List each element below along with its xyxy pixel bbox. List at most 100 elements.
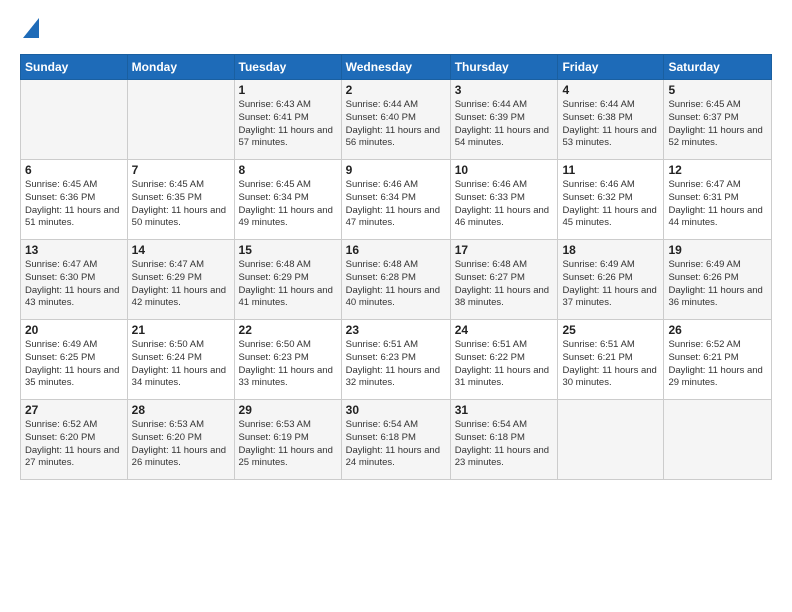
day-number: 2 (346, 83, 446, 97)
day-info: Sunrise: 6:46 AM Sunset: 6:34 PM Dayligh… (346, 179, 446, 230)
day-number: 13 (25, 243, 123, 257)
day-number: 24 (455, 323, 554, 337)
day-info: Sunrise: 6:44 AM Sunset: 6:40 PM Dayligh… (346, 99, 446, 150)
day-number: 17 (455, 243, 554, 257)
day-number: 9 (346, 163, 446, 177)
day-info: Sunrise: 6:43 AM Sunset: 6:41 PM Dayligh… (239, 99, 337, 150)
day-info: Sunrise: 6:49 AM Sunset: 6:26 PM Dayligh… (668, 259, 767, 310)
header (20, 18, 772, 44)
day-info: Sunrise: 6:49 AM Sunset: 6:25 PM Dayligh… (25, 339, 123, 390)
calendar-cell: 12 Sunrise: 6:47 AM Sunset: 6:31 PM Dayli… (664, 160, 772, 240)
day-info: Sunrise: 6:51 AM Sunset: 6:21 PM Dayligh… (562, 339, 659, 390)
day-info: Sunrise: 6:45 AM Sunset: 6:34 PM Dayligh… (239, 179, 337, 230)
day-number: 30 (346, 403, 446, 417)
day-number: 25 (562, 323, 659, 337)
calendar-cell: 26 Sunrise: 6:52 AM Sunset: 6:21 PM Dayli… (664, 320, 772, 400)
calendar-cell: 18 Sunrise: 6:49 AM Sunset: 6:26 PM Dayli… (558, 240, 664, 320)
day-info: Sunrise: 6:51 AM Sunset: 6:22 PM Dayligh… (455, 339, 554, 390)
calendar-cell: 16Sunrise: 6:48 AM Sunset: 6:28 PM Dayli… (341, 240, 450, 320)
calendar-cell: 14 Sunrise: 6:47 AM Sunset: 6:29 PM Dayli… (127, 240, 234, 320)
day-info: Sunrise: 6:52 AM Sunset: 6:21 PM Dayligh… (668, 339, 767, 390)
day-number: 19 (668, 243, 767, 257)
week-row-3: 13Sunrise: 6:47 AM Sunset: 6:30 PM Dayli… (21, 240, 772, 320)
day-info: Sunrise: 6:50 AM Sunset: 6:24 PM Dayligh… (132, 339, 230, 390)
day-info: Sunrise: 6:48 AM Sunset: 6:27 PM Dayligh… (455, 259, 554, 310)
week-row-4: 20 Sunrise: 6:49 AM Sunset: 6:25 PM Dayli… (21, 320, 772, 400)
calendar-cell (127, 80, 234, 160)
day-number: 31 (455, 403, 554, 417)
day-info: Sunrise: 6:45 AM Sunset: 6:37 PM Dayligh… (668, 99, 767, 150)
calendar-cell: 27Sunrise: 6:52 AM Sunset: 6:20 PM Dayli… (21, 400, 128, 480)
calendar-cell: 23 Sunrise: 6:51 AM Sunset: 6:23 PM Dayli… (341, 320, 450, 400)
column-header-sunday: Sunday (21, 55, 128, 80)
column-header-friday: Friday (558, 55, 664, 80)
day-info: Sunrise: 6:44 AM Sunset: 6:38 PM Dayligh… (562, 99, 659, 150)
calendar-cell: 24 Sunrise: 6:51 AM Sunset: 6:22 PM Dayli… (450, 320, 558, 400)
calendar-cell: 2 Sunrise: 6:44 AM Sunset: 6:40 PM Daylig… (341, 80, 450, 160)
day-number: 26 (668, 323, 767, 337)
calendar-cell: 10 Sunrise: 6:46 AM Sunset: 6:33 PM Dayli… (450, 160, 558, 240)
day-number: 22 (239, 323, 337, 337)
calendar-cell: 29 Sunrise: 6:53 AM Sunset: 6:19 PM Dayli… (234, 400, 341, 480)
calendar-table: SundayMondayTuesdayWednesdayThursdayFrid… (20, 54, 772, 480)
day-number: 21 (132, 323, 230, 337)
day-number: 8 (239, 163, 337, 177)
day-info: Sunrise: 6:53 AM Sunset: 6:19 PM Dayligh… (239, 419, 337, 470)
day-info: Sunrise: 6:50 AM Sunset: 6:23 PM Dayligh… (239, 339, 337, 390)
week-row-2: 6Sunrise: 6:45 AM Sunset: 6:36 PM Daylig… (21, 160, 772, 240)
calendar-cell: 1 Sunrise: 6:43 AM Sunset: 6:41 PM Daylig… (234, 80, 341, 160)
column-header-thursday: Thursday (450, 55, 558, 80)
day-number: 29 (239, 403, 337, 417)
day-info: Sunrise: 6:49 AM Sunset: 6:26 PM Dayligh… (562, 259, 659, 310)
day-number: 4 (562, 83, 659, 97)
calendar-cell: 20 Sunrise: 6:49 AM Sunset: 6:25 PM Dayli… (21, 320, 128, 400)
day-number: 1 (239, 83, 337, 97)
day-info: Sunrise: 6:48 AM Sunset: 6:28 PM Dayligh… (346, 259, 446, 310)
calendar-cell (664, 400, 772, 480)
calendar-cell: 30 Sunrise: 6:54 AM Sunset: 6:18 PM Dayli… (341, 400, 450, 480)
week-row-5: 27Sunrise: 6:52 AM Sunset: 6:20 PM Dayli… (21, 400, 772, 480)
calendar-header: SundayMondayTuesdayWednesdayThursdayFrid… (21, 55, 772, 80)
day-info: Sunrise: 6:51 AM Sunset: 6:23 PM Dayligh… (346, 339, 446, 390)
day-number: 14 (132, 243, 230, 257)
logo-arrow-icon (23, 18, 39, 44)
day-number: 28 (132, 403, 230, 417)
column-header-monday: Monday (127, 55, 234, 80)
column-header-saturday: Saturday (664, 55, 772, 80)
day-info: Sunrise: 6:47 AM Sunset: 6:29 PM Dayligh… (132, 259, 230, 310)
calendar-cell: 22 Sunrise: 6:50 AM Sunset: 6:23 PM Dayli… (234, 320, 341, 400)
calendar-cell: 25 Sunrise: 6:51 AM Sunset: 6:21 PM Dayli… (558, 320, 664, 400)
day-info: Sunrise: 6:45 AM Sunset: 6:35 PM Dayligh… (132, 179, 230, 230)
calendar-cell: 17 Sunrise: 6:48 AM Sunset: 6:27 PM Dayli… (450, 240, 558, 320)
day-number: 23 (346, 323, 446, 337)
logo-text (20, 18, 39, 44)
day-info: Sunrise: 6:48 AM Sunset: 6:29 PM Dayligh… (239, 259, 337, 310)
page: SundayMondayTuesdayWednesdayThursdayFrid… (0, 0, 792, 612)
column-header-wednesday: Wednesday (341, 55, 450, 80)
calendar-cell: 6Sunrise: 6:45 AM Sunset: 6:36 PM Daylig… (21, 160, 128, 240)
day-number: 18 (562, 243, 659, 257)
day-number: 15 (239, 243, 337, 257)
week-row-1: 1 Sunrise: 6:43 AM Sunset: 6:41 PM Daylig… (21, 80, 772, 160)
calendar-cell: 31Sunrise: 6:54 AM Sunset: 6:18 PM Dayli… (450, 400, 558, 480)
calendar-cell: 15 Sunrise: 6:48 AM Sunset: 6:29 PM Dayli… (234, 240, 341, 320)
day-info: Sunrise: 6:47 AM Sunset: 6:31 PM Dayligh… (668, 179, 767, 230)
column-header-tuesday: Tuesday (234, 55, 341, 80)
calendar-cell: 28 Sunrise: 6:53 AM Sunset: 6:20 PM Dayli… (127, 400, 234, 480)
day-info: Sunrise: 6:44 AM Sunset: 6:39 PM Dayligh… (455, 99, 554, 150)
calendar-cell: 8 Sunrise: 6:45 AM Sunset: 6:34 PM Daylig… (234, 160, 341, 240)
calendar-cell: 21 Sunrise: 6:50 AM Sunset: 6:24 PM Dayli… (127, 320, 234, 400)
day-number: 10 (455, 163, 554, 177)
calendar-cell: 3 Sunrise: 6:44 AM Sunset: 6:39 PM Daylig… (450, 80, 558, 160)
calendar-cell: 4 Sunrise: 6:44 AM Sunset: 6:38 PM Daylig… (558, 80, 664, 160)
day-info: Sunrise: 6:46 AM Sunset: 6:32 PM Dayligh… (562, 179, 659, 230)
day-number: 20 (25, 323, 123, 337)
day-number: 6 (25, 163, 123, 177)
logo (20, 18, 39, 44)
day-number: 3 (455, 83, 554, 97)
day-info: Sunrise: 6:53 AM Sunset: 6:20 PM Dayligh… (132, 419, 230, 470)
day-info: Sunrise: 6:54 AM Sunset: 6:18 PM Dayligh… (346, 419, 446, 470)
day-info: Sunrise: 6:46 AM Sunset: 6:33 PM Dayligh… (455, 179, 554, 230)
day-number: 27 (25, 403, 123, 417)
day-number: 12 (668, 163, 767, 177)
